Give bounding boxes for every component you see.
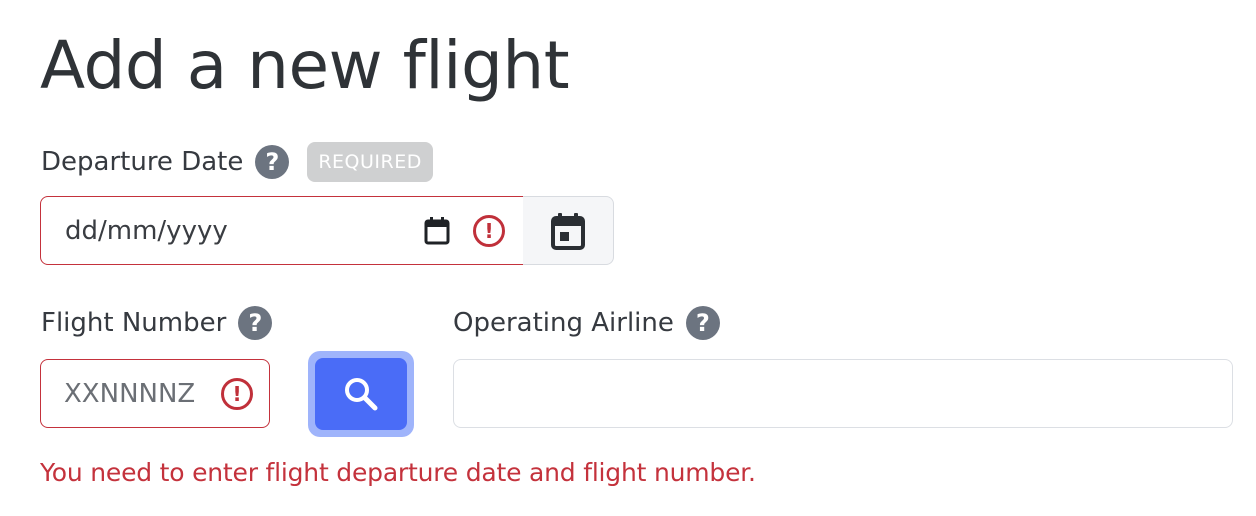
operating-airline-input[interactable] [453,359,1233,428]
add-flight-form: Add a new flight Departure Date ? REQUIR… [0,0,1256,516]
flight-number-label: Flight Number [41,308,227,338]
flight-number-label-row: Flight Number ? [41,306,273,340]
departure-date-error-icon: ! [473,215,505,247]
page-title: Add a new flight [40,27,570,104]
departure-date-help-icon[interactable]: ? [255,145,290,179]
flight-number-input[interactable]: XXNNNNZ ! [40,359,270,428]
search-icon [345,378,378,411]
departure-date-input[interactable]: dd/mm/yyyy ! [40,196,524,265]
search-flight-button[interactable] [315,358,407,430]
operating-airline-label-row: Operating Airline ? [453,306,720,340]
operating-airline-label: Operating Airline [453,308,674,338]
departure-date-placeholder: dd/mm/yyyy [65,215,228,246]
date-picker-calendar-icon[interactable] [423,216,451,246]
flight-number-error-icon: ! [221,378,253,410]
required-badge: REQUIRED [307,142,433,182]
calendar-icon [551,212,585,250]
validation-error-message: You need to enter flight departure date … [40,458,756,487]
flight-number-help-icon[interactable]: ? [238,306,273,340]
operating-airline-help-icon[interactable]: ? [685,306,720,340]
calendar-button[interactable] [523,196,614,265]
departure-date-label-row: Departure Date ? REQUIRED [41,142,433,182]
flight-number-placeholder: XXNNNNZ [64,378,196,409]
departure-date-label: Departure Date [41,147,244,177]
